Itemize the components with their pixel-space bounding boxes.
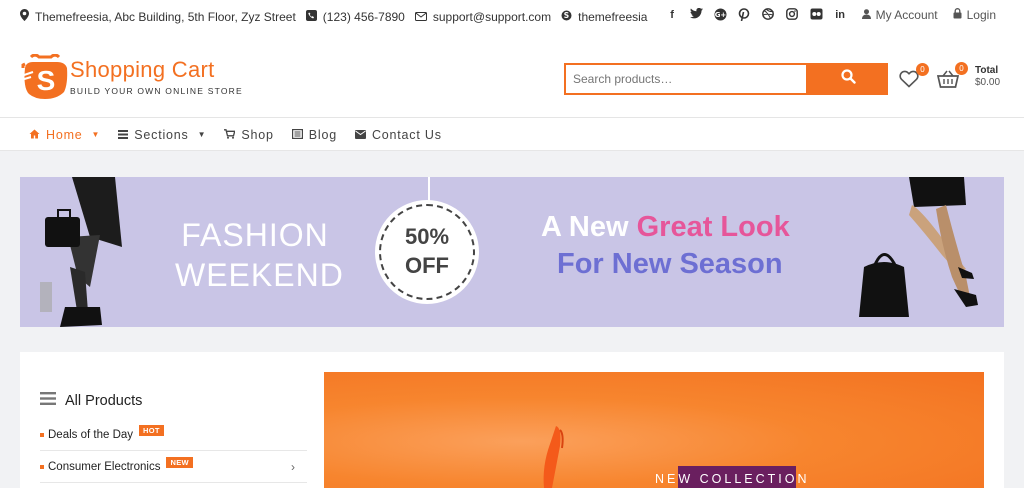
nav-label-blog: Blog bbox=[308, 127, 337, 142]
user-icon bbox=[861, 8, 871, 22]
pinterest-icon[interactable] bbox=[738, 8, 751, 22]
chevron-right-icon: › bbox=[291, 460, 295, 474]
flickr-icon[interactable] bbox=[810, 8, 823, 22]
discount-percent: 50% bbox=[404, 224, 450, 249]
cart-button[interactable]: 0 bbox=[937, 62, 968, 89]
twitter-icon[interactable] bbox=[689, 7, 703, 22]
category-item-electronics[interactable]: Consumer Electronics NEW › bbox=[40, 451, 307, 483]
my-account-label: My Account bbox=[875, 8, 938, 22]
banner-title-line1: FASHION bbox=[181, 217, 329, 253]
nav-item-home[interactable]: Home ▼ bbox=[29, 128, 100, 142]
google-plus-icon[interactable]: G+ bbox=[714, 8, 727, 22]
social-and-account: f G+ in My Account Login bbox=[666, 7, 996, 22]
newspaper-icon bbox=[291, 128, 303, 142]
hot-badge: HOT bbox=[139, 425, 164, 436]
category-label: Deals of the Day bbox=[48, 428, 134, 441]
banner-headline: A New Great Look bbox=[541, 211, 790, 244]
tag-string bbox=[428, 177, 430, 205]
new-collection-promo[interactable]: NEW COLLECTION bbox=[324, 372, 984, 488]
nav-item-shop[interactable]: Shop bbox=[224, 128, 273, 142]
fashion-model-right-image bbox=[859, 177, 978, 317]
banner-subheadline: For New Season bbox=[557, 248, 783, 280]
search-button[interactable] bbox=[808, 63, 888, 95]
product-search bbox=[564, 63, 888, 95]
search-icon bbox=[840, 69, 856, 89]
category-menu-title: All Products bbox=[40, 392, 307, 409]
skype-item[interactable]: S themefreesia bbox=[561, 10, 647, 24]
high-heel-shoe-image bbox=[543, 426, 564, 488]
nav-label-shop: Shop bbox=[241, 127, 274, 142]
main-navigation: Home ▼ Sections ▼ Shop Blog Contact Us bbox=[0, 118, 1024, 151]
discount-off: OFF bbox=[405, 253, 449, 278]
nav-label-sections: Sections bbox=[134, 127, 189, 142]
svg-text:S: S bbox=[564, 11, 569, 20]
address-item: Themefreesia, Abc Building, 5th Floor, Z… bbox=[20, 9, 296, 24]
headline-prefix: A New bbox=[541, 211, 637, 243]
linkedin-icon[interactable]: in bbox=[834, 8, 847, 22]
wishlist-count-badge: 0 bbox=[916, 63, 929, 76]
top-bar: Themefreesia, Abc Building, 5th Floor, Z… bbox=[0, 0, 1024, 33]
skype-icon: S bbox=[561, 10, 572, 24]
category-menu: All Products Deals of the Day HOT Consum… bbox=[40, 392, 307, 483]
cart-total[interactable]: Total $0.00 bbox=[975, 65, 1000, 89]
banner-title: FASHION WEEKEND bbox=[175, 215, 344, 295]
fashion-model-left-image bbox=[40, 177, 122, 327]
cart-total-label: Total bbox=[975, 65, 999, 76]
category-label: Consumer Electronics bbox=[48, 460, 161, 473]
main-content: All Products Deals of the Day HOT Consum… bbox=[20, 352, 1004, 488]
nav-label-contact: Contact Us bbox=[371, 127, 442, 142]
email-item[interactable]: support@support.com bbox=[414, 9, 552, 24]
envelope-icon bbox=[354, 128, 366, 142]
cart-total-value: $0.00 bbox=[975, 77, 1001, 88]
phone-text: (123) 456-7890 bbox=[322, 9, 405, 24]
dribbble-icon[interactable] bbox=[762, 8, 775, 22]
category-menu-label: All Products bbox=[65, 392, 143, 409]
list-icon bbox=[118, 128, 129, 142]
svg-text:G+: G+ bbox=[714, 11, 726, 19]
site-tagline: BUILD YOUR OWN ONLINE STORE bbox=[70, 86, 243, 96]
headline-highlight: Great Look bbox=[636, 211, 790, 243]
lock-icon bbox=[953, 8, 962, 22]
new-badge: NEW bbox=[166, 457, 193, 468]
hamburger-icon[interactable] bbox=[40, 392, 56, 409]
skype-text: themefreesia bbox=[578, 9, 648, 24]
cart-count-badge: 0 bbox=[955, 62, 968, 75]
address-text: Themefreesia, Abc Building, 5th Floor, Z… bbox=[35, 9, 296, 24]
search-input[interactable] bbox=[564, 63, 808, 95]
contact-info: Themefreesia, Abc Building, 5th Floor, Z… bbox=[20, 9, 647, 24]
wishlist-button[interactable]: 0 bbox=[899, 63, 929, 89]
discount-badge: 50% OFF bbox=[379, 204, 475, 300]
my-account-link[interactable]: My Account bbox=[861, 8, 938, 22]
collection-label: NEW COLLECTION bbox=[655, 472, 810, 486]
phone-item[interactable]: (123) 456-7890 bbox=[305, 9, 405, 24]
nav-item-blog[interactable]: Blog bbox=[291, 127, 337, 142]
home-icon bbox=[29, 128, 40, 142]
banner-title-line2: WEEKEND bbox=[175, 257, 344, 293]
nav-label-home: Home bbox=[46, 127, 83, 142]
shopping-bag-logo-icon: S bbox=[20, 53, 68, 99]
svg-text:S: S bbox=[37, 65, 56, 96]
nav-item-sections[interactable]: Sections ▼ bbox=[118, 128, 206, 142]
cart-icon bbox=[224, 128, 236, 142]
chevron-down-icon: ▼ bbox=[197, 130, 207, 139]
site-logo[interactable]: S Shopping Cart BUILD YOUR OWN ONLINE ST… bbox=[20, 53, 243, 99]
site-title[interactable]: Shopping Cart bbox=[70, 57, 243, 83]
map-marker-icon bbox=[20, 9, 29, 24]
category-item-deals[interactable]: Deals of the Day HOT bbox=[40, 419, 307, 451]
nav-item-contact[interactable]: Contact Us bbox=[354, 127, 442, 142]
site-header: S Shopping Cart BUILD YOUR OWN ONLINE ST… bbox=[0, 33, 1024, 118]
chevron-down-icon: ▼ bbox=[91, 130, 101, 139]
fashion-weekend-banner[interactable]: FASHION WEEKEND 50% OFF A New Great Look… bbox=[20, 177, 1004, 327]
login-link[interactable]: Login bbox=[953, 8, 996, 22]
facebook-icon[interactable]: f bbox=[666, 8, 679, 22]
email-text: support@support.com bbox=[432, 9, 552, 24]
login-label: Login bbox=[966, 8, 996, 22]
phone-icon bbox=[305, 9, 317, 24]
envelope-icon bbox=[414, 10, 427, 24]
instagram-icon[interactable] bbox=[786, 8, 799, 22]
